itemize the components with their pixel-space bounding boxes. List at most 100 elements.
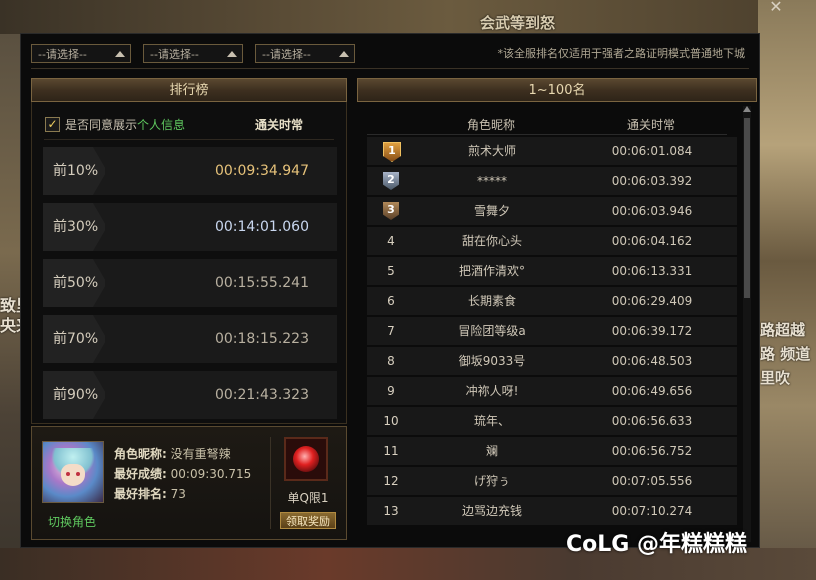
- rank-character-name: 冒险团等级a: [458, 324, 526, 338]
- rank-row: 5 把酒作清欢° 00:06:13.331: [367, 257, 737, 287]
- rank-character-name: 长期素食: [467, 294, 516, 308]
- rank-clear-time: 00:06:13.331: [611, 264, 693, 278]
- percentile-row: 前10% 00:09:34.947: [43, 147, 337, 195]
- scroll-thumb[interactable]: [744, 118, 750, 298]
- rank-table-header: 角色昵称 通关时常: [367, 112, 727, 135]
- select-value: --请选择--: [262, 48, 311, 61]
- best-score-value: 00:09:30.715: [170, 467, 252, 481]
- rank-clear-time: 00:06:48.503: [611, 354, 693, 368]
- ranking-notice: *该全服排名仅适用于强者之路证明模式普通地下城: [497, 47, 746, 60]
- triangle-up-icon: [339, 51, 349, 57]
- reward-limit-label: 单Q限1: [287, 491, 329, 505]
- rank-character-name: げ狩ぅ: [473, 474, 510, 488]
- rank-character-name: 把酒作清欢°: [458, 264, 525, 278]
- triangle-up-icon: [115, 51, 125, 57]
- rank-row: 3 雪舞夕 00:06:03.946: [367, 197, 737, 227]
- game-background-right: [758, 0, 816, 580]
- rank-row: 4 甜在你心头 00:06:04.162: [367, 227, 737, 257]
- rank-number: 4: [387, 234, 395, 248]
- col-name-header: 角色昵称: [467, 118, 516, 132]
- percentile-row: 前90% 00:21:43.323: [43, 371, 337, 419]
- agree-prefix: 是否同意展示: [65, 118, 138, 132]
- rank-clear-time: 00:06:56.633: [611, 414, 693, 428]
- best-rank-key: 最好排名:: [114, 487, 167, 501]
- percentile-label: 前30%: [53, 219, 99, 235]
- best-rank-line: 最好排名: 73: [114, 485, 186, 502]
- rank-clear-time: 00:07:10.274: [611, 504, 693, 518]
- rank-character-name: 御坂9033号: [458, 354, 526, 368]
- percentile-time: 00:09:34.947: [214, 163, 309, 179]
- percentile-time: 00:21:43.323: [214, 387, 309, 403]
- divider: [44, 139, 334, 140]
- rank-character-name: 边骂边充钱: [461, 504, 522, 518]
- rank-row: 10 琉年、 00:06:56.633: [367, 407, 737, 437]
- avatar-eye: [76, 472, 80, 476]
- character-name-line: 角色昵称: 没有重弩辣: [114, 445, 231, 462]
- percentile-time: 00:15:55.241: [214, 275, 309, 291]
- character-name-key: 角色昵称:: [114, 447, 167, 461]
- agree-checkbox[interactable]: ✓: [45, 117, 60, 132]
- triangle-up-icon: [227, 51, 237, 57]
- rank-character-name: 冲祢人呀!: [465, 384, 519, 398]
- divider: [31, 68, 749, 69]
- rank-number: 7: [387, 324, 395, 338]
- rank-clear-time: 00:06:03.946: [611, 204, 693, 218]
- select-value: --请选择--: [150, 48, 199, 61]
- rank-row: 1 煎术大师 00:06:01.084: [367, 137, 737, 167]
- rank-row: 7 冒险团等级a 00:06:39.172: [367, 317, 737, 347]
- rank-character-name: *****: [477, 174, 507, 188]
- rank-number: 13: [383, 504, 399, 518]
- close-icon[interactable]: ✕: [765, 0, 787, 17]
- dungeon-select-2[interactable]: --请选择--: [143, 44, 243, 63]
- character-avatar: [42, 441, 104, 503]
- rank-row: 9 冲祢人呀! 00:06:49.656: [367, 377, 737, 407]
- percentile-label: 前10%: [53, 163, 99, 179]
- personal-info-link[interactable]: 个人信息: [137, 118, 185, 132]
- percentile-row: 前70% 00:18:15.223: [43, 315, 337, 363]
- dungeon-select-3[interactable]: --请选择--: [255, 44, 355, 63]
- avatar-eye: [66, 472, 70, 476]
- avatar-face: [61, 464, 85, 486]
- top100-panel-title: 1~100名: [357, 78, 757, 102]
- background-top-text: 会武等到怒: [480, 14, 556, 32]
- rank-character-name: 雪舞夕: [473, 204, 510, 218]
- rank-row: 11 斓 00:06:56.752: [367, 437, 737, 467]
- rank-row: 12 げ狩ぅ 00:07:05.556: [367, 467, 737, 497]
- rank-clear-time: 00:07:05.556: [611, 474, 693, 488]
- rank-clear-time: 00:06:03.392: [611, 174, 693, 188]
- rank-clear-time: 00:06:29.409: [611, 294, 693, 308]
- percentile-time: 00:18:15.223: [214, 331, 309, 347]
- divider: [270, 437, 271, 529]
- switch-character-link[interactable]: 切换角色: [48, 513, 96, 530]
- bronze-medal-icon: 3: [383, 202, 399, 220]
- rank-number: 6: [387, 294, 395, 308]
- percentile-row: 前30% 00:14:01.060: [43, 203, 337, 251]
- silver-medal-icon: 2: [383, 172, 399, 190]
- ranking-window: --请选择-- --请选择-- --请选择-- *该全服排名仅适用于强者之路证明…: [20, 33, 760, 548]
- best-rank-value: 73: [170, 487, 186, 501]
- claim-reward-button[interactable]: 领取奖励: [280, 512, 336, 529]
- rank-number: 12: [383, 474, 399, 488]
- rank-row: 13 边骂边充钱 00:07:10.274: [367, 497, 737, 527]
- percentile-panel: 排行榜 ✓ 是否同意展示个人信息 通关时常 前10% 00:09:34.947 …: [31, 78, 347, 424]
- percentile-label: 前90%: [53, 387, 99, 403]
- rank-character-name: 甜在你心头: [461, 234, 522, 248]
- rank-scrollbar[interactable]: [743, 106, 751, 542]
- rank-number: 10: [383, 414, 399, 428]
- character-info-box: 切换角色 角色昵称: 没有重弩辣 最好成绩: 00:09:30.715 最好排名…: [31, 426, 347, 540]
- percentile-label: 前50%: [53, 275, 99, 291]
- dungeon-select-1[interactable]: --请选择--: [31, 44, 131, 63]
- rank-character-name: 斓: [485, 444, 498, 458]
- scroll-up-icon[interactable]: [743, 106, 751, 112]
- rank-clear-time: 00:06:04.162: [611, 234, 693, 248]
- rank-clear-time: 00:06:01.084: [611, 144, 693, 158]
- percentile-time: 00:14:01.060: [214, 219, 309, 235]
- reward-item-slot[interactable]: [284, 437, 328, 481]
- percentile-label: 前70%: [53, 331, 99, 347]
- rank-row: 8 御坂9033号 00:06:48.503: [367, 347, 737, 377]
- select-value: --请选择--: [38, 48, 87, 61]
- rank-character-name: 煎术大师: [467, 144, 516, 158]
- background-right-text: 路超越 路 频道 里吹: [760, 321, 811, 387]
- rank-clear-time: 00:06:39.172: [611, 324, 693, 338]
- col-time-header: 通关时常: [627, 118, 676, 132]
